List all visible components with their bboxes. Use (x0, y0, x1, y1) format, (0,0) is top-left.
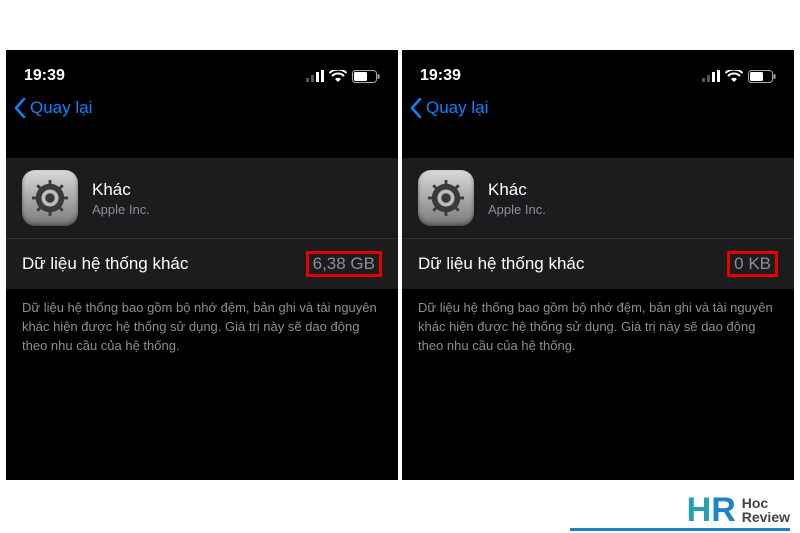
system-data-row[interactable]: Dữ liệu hệ thống khác 0 KB (402, 238, 794, 289)
watermark-underline (570, 528, 790, 531)
watermark-r: R (711, 493, 736, 527)
back-button[interactable]: Quay lại (6, 90, 398, 128)
app-name: Khác (92, 180, 150, 200)
battery-icon (748, 70, 776, 83)
watermark-text-2: Review (742, 510, 790, 524)
app-vendor: Apple Inc. (488, 202, 546, 217)
back-label: Quay lại (30, 98, 92, 118)
system-data-value: 6,38 GB (306, 251, 382, 277)
chevron-left-icon (410, 98, 422, 118)
settings-app-icon (418, 170, 474, 226)
section-gap (6, 128, 398, 158)
watermark-h: H (687, 493, 712, 527)
gear-icon (427, 179, 465, 217)
watermark-logo: HR Hoc Review (687, 493, 790, 527)
cellular-signal-icon (306, 70, 324, 82)
app-header: Khác Apple Inc. (6, 158, 398, 238)
system-data-value: 0 KB (727, 251, 778, 277)
watermark-text-1: Hoc (742, 496, 790, 510)
app-info: Khác Apple Inc. (488, 180, 546, 217)
comparison-frame: 19:39 Quay lại (0, 0, 800, 533)
phone-right: 19:39 Quay lại (402, 50, 794, 480)
wifi-icon (329, 70, 347, 82)
status-time: 19:39 (24, 67, 65, 85)
status-bar: 19:39 (402, 62, 794, 90)
status-icons (702, 70, 776, 83)
wifi-icon (725, 70, 743, 82)
app-name: Khác (488, 180, 546, 200)
cellular-signal-icon (702, 70, 720, 82)
status-icons (306, 70, 380, 83)
gear-icon (31, 179, 69, 217)
app-info: Khác Apple Inc. (92, 180, 150, 217)
phone-left: 19:39 Quay lại (6, 50, 398, 480)
system-data-description: Dữ liệu hệ thống bao gồm bộ nhớ đệm, bản… (6, 289, 398, 356)
app-header: Khác Apple Inc. (402, 158, 794, 238)
system-data-label: Dữ liệu hệ thống khác (22, 254, 188, 274)
chevron-left-icon (14, 98, 26, 118)
back-button[interactable]: Quay lại (402, 90, 794, 128)
system-data-label: Dữ liệu hệ thống khác (418, 254, 584, 274)
status-time: 19:39 (420, 67, 461, 85)
section-gap (402, 128, 794, 158)
system-data-description: Dữ liệu hệ thống bao gồm bộ nhớ đệm, bản… (402, 289, 794, 356)
app-vendor: Apple Inc. (92, 202, 150, 217)
system-data-row[interactable]: Dữ liệu hệ thống khác 6,38 GB (6, 238, 398, 289)
settings-app-icon (22, 170, 78, 226)
status-bar: 19:39 (6, 62, 398, 90)
back-label: Quay lại (426, 98, 488, 118)
battery-icon (352, 70, 380, 83)
